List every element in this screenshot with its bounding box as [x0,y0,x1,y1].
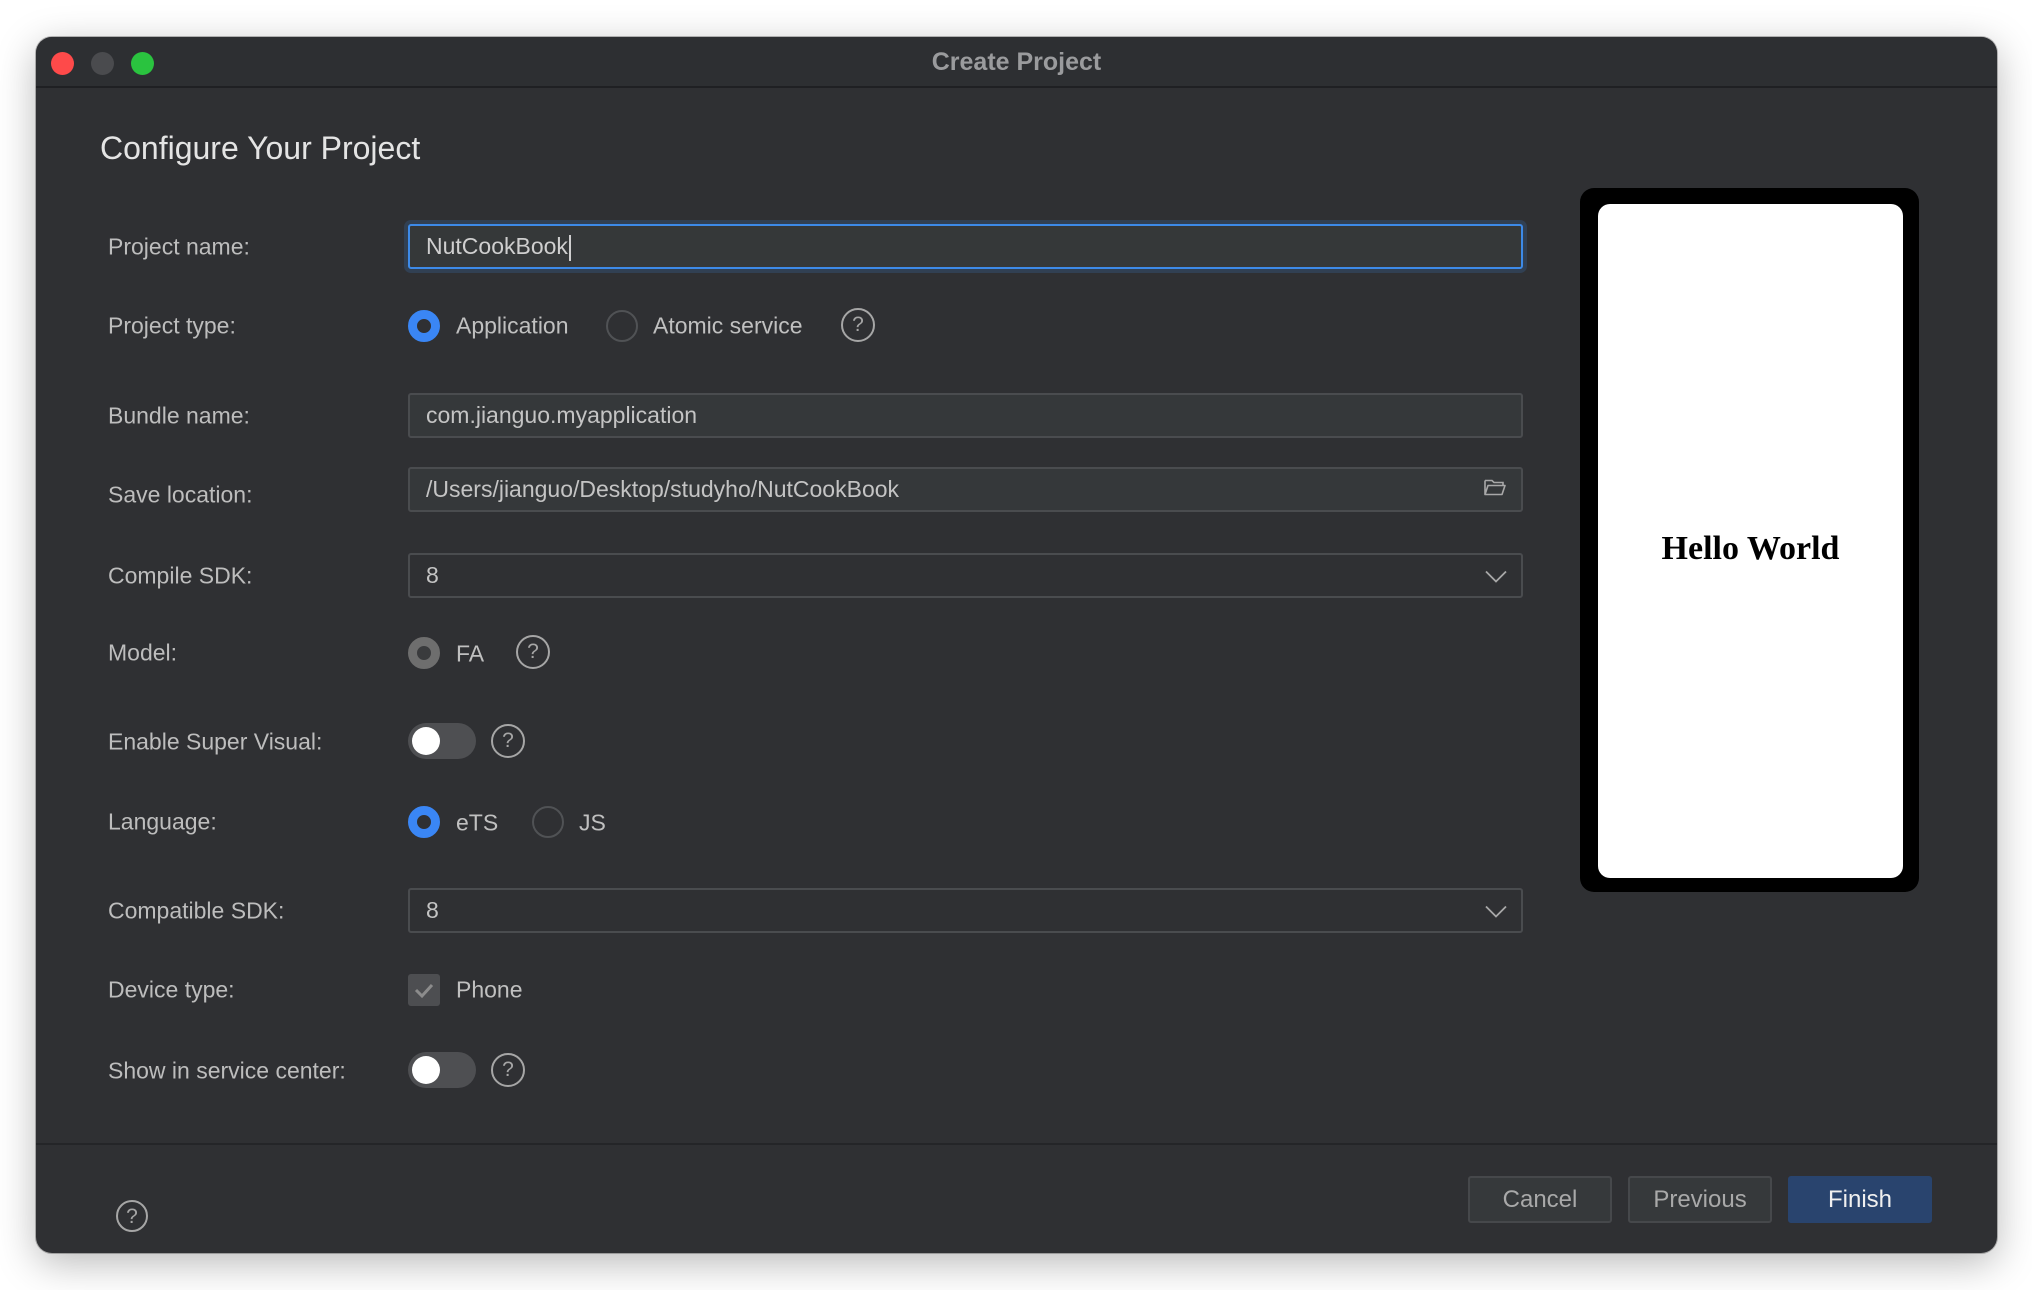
device-type-label: Device type: [108,976,235,1003]
application-radio[interactable] [408,310,440,342]
footer-divider [36,1143,1997,1145]
application-radio-label[interactable]: Application [456,313,569,340]
compatible-sdk-label: Compatible SDK: [108,897,285,924]
show-in-service-center-label: Show in service center: [108,1057,346,1084]
js-radio-label[interactable]: JS [579,810,606,837]
check-icon [414,983,434,999]
toggle-knob [412,1056,440,1084]
ets-radio[interactable] [408,806,440,838]
question-circle-icon[interactable]: ? [516,635,550,669]
atomic-service-radio-label[interactable]: Atomic service [653,313,803,340]
question-circle-icon[interactable]: ? [491,724,525,758]
project-name-label: Project name: [108,233,250,260]
enable-super-visual-label: Enable Super Visual: [108,728,323,755]
enable-super-visual-toggle[interactable] [408,723,476,759]
chevron-down-icon [1485,890,1507,931]
previous-button[interactable]: Previous [1628,1176,1772,1223]
compile-sdk-dropdown[interactable]: 8 [408,553,1523,598]
compile-sdk-label: Compile SDK: [108,562,253,589]
show-in-service-center-toggle[interactable] [408,1052,476,1088]
compile-sdk-value: 8 [426,562,439,588]
device-preview: Hello World [1580,188,1919,892]
question-circle-icon[interactable]: ? [116,1200,148,1232]
project-type-label: Project type: [108,312,236,339]
folder-open-icon[interactable] [1483,469,1507,510]
save-location-label: Save location: [108,481,253,508]
chevron-down-icon [1485,555,1507,596]
question-circle-icon[interactable]: ? [491,1053,525,1087]
js-radio[interactable] [532,806,564,838]
fa-radio-label[interactable]: FA [456,641,484,668]
preview-screen: Hello World [1598,204,1903,878]
ets-radio-label[interactable]: eTS [456,810,498,837]
text-cursor [568,234,571,261]
compatible-sdk-dropdown[interactable]: 8 [408,888,1523,933]
project-name-input[interactable]: NutCookBook [408,224,1523,269]
fa-radio[interactable] [408,637,440,669]
compatible-sdk-value: 8 [426,897,439,923]
preview-text: Hello World [1661,530,1840,567]
bundle-name-input[interactable]: com.jianguo.myapplication [408,393,1523,438]
project-name-value: NutCookBook [426,233,568,259]
window-title: Create Project [931,48,1102,76]
language-label: Language: [108,808,217,835]
create-project-dialog: Create Project Configure Your Project Pr… [36,37,1997,1253]
model-label: Model: [108,639,178,666]
bundle-name-value: com.jianguo.myapplication [426,402,698,428]
page-title: Configure Your Project [100,130,421,166]
bundle-name-label: Bundle name: [108,402,250,429]
cancel-button[interactable]: Cancel [1468,1176,1612,1223]
phone-checkbox[interactable] [408,974,440,1006]
atomic-service-radio[interactable] [606,310,638,342]
finish-button[interactable]: Finish [1788,1176,1932,1223]
toggle-knob [412,727,440,755]
question-circle-icon[interactable]: ? [841,308,875,342]
save-location-value: /Users/jianguo/Desktop/studyho/NutCookBo… [426,476,900,502]
title-bar: Create Project [36,37,1997,88]
save-location-input[interactable]: /Users/jianguo/Desktop/studyho/NutCookBo… [408,467,1523,512]
phone-checkbox-label[interactable]: Phone [456,977,523,1004]
